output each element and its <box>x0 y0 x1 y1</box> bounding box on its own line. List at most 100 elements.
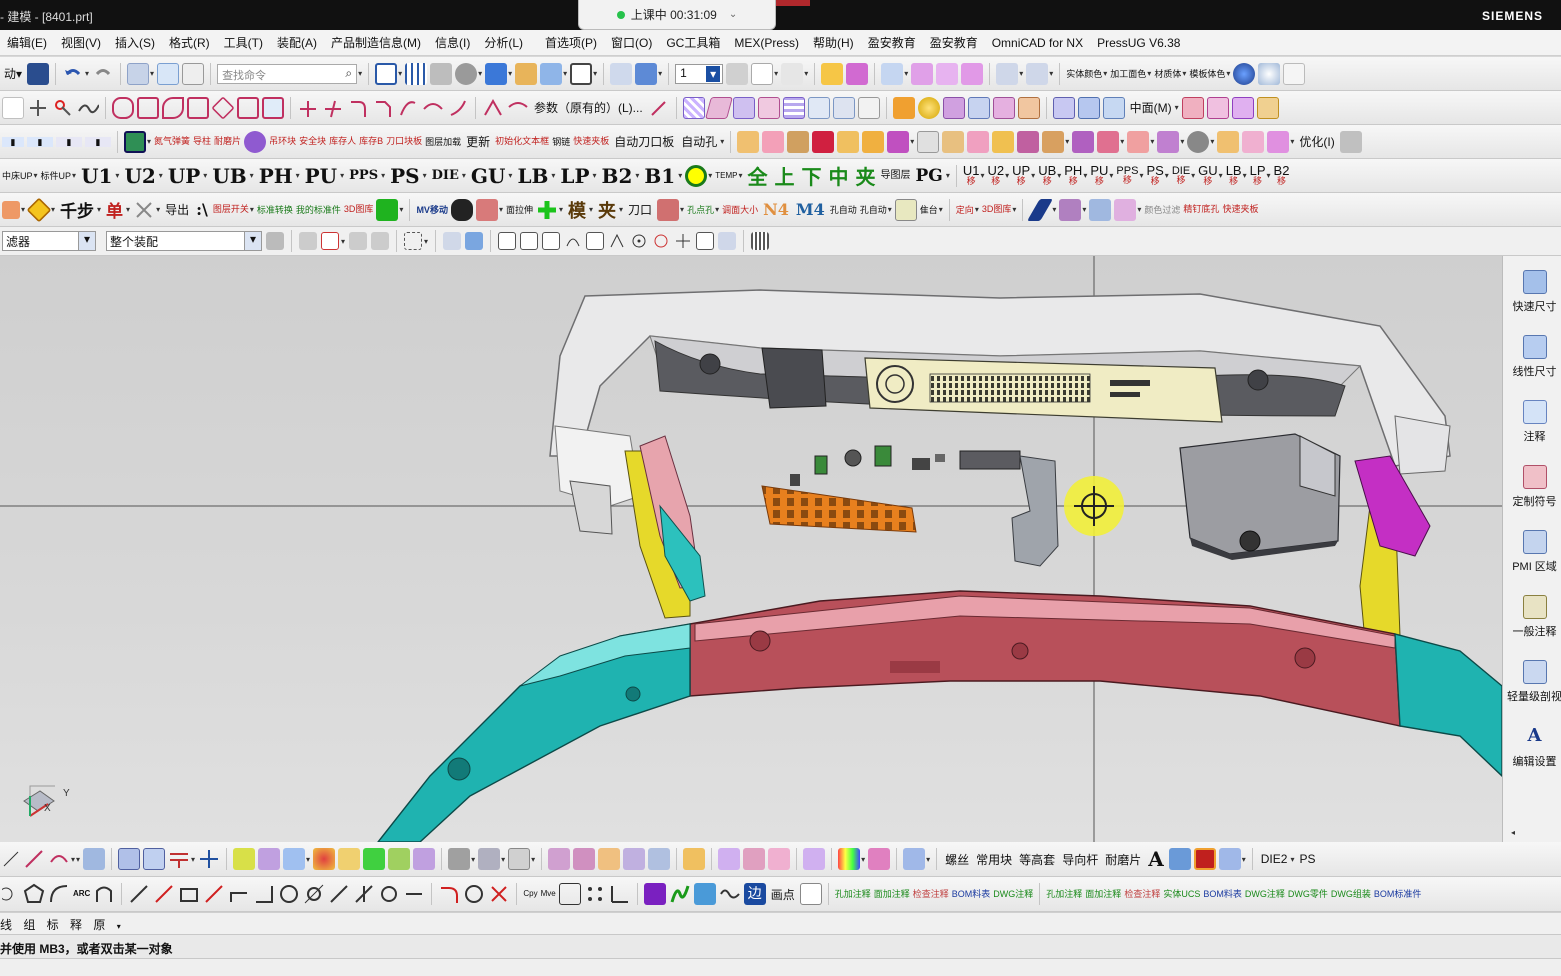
sketch-wave-icon[interactable] <box>719 883 741 905</box>
sew-icon[interactable] <box>992 96 1015 119</box>
sketch-fillet-icon[interactable] <box>438 883 460 905</box>
die-tool-2-button[interactable]: ▮ <box>27 136 53 147</box>
draft-line-icon[interactable] <box>23 848 45 870</box>
mv-move-button[interactable]: MV移动 <box>416 205 448 215</box>
offset-face-icon[interactable] <box>1017 96 1040 119</box>
assembly-tool-7-icon[interactable] <box>887 130 910 153</box>
draft-tool-23-icon[interactable] <box>903 848 926 870</box>
datum-plane-icon[interactable] <box>2 96 24 119</box>
green-plus-icon[interactable] <box>536 199 558 221</box>
panel-edit-settings[interactable]: A 编辑设置 <box>1507 725 1561 769</box>
draft-tool-12-icon[interactable] <box>548 848 571 870</box>
guide-post-button[interactable]: 导柱 <box>193 137 211 146</box>
layer-settings-icon[interactable] <box>726 62 749 85</box>
menu-insert[interactable]: 插入(S) <box>108 34 162 51</box>
layer-lb-button[interactable]: LB <box>515 164 550 188</box>
move-ub-button[interactable]: UB 移 <box>1038 164 1056 186</box>
hole-note-button[interactable]: 孔加注释 <box>835 889 871 899</box>
base-view-icon[interactable] <box>118 848 141 870</box>
sketch-icon[interactable] <box>751 62 774 85</box>
layer-middle-button[interactable]: 中 <box>827 161 851 190</box>
select-feature-filter-icon[interactable] <box>321 232 339 250</box>
sketch-corner-icon[interactable] <box>228 883 250 905</box>
cutter-button[interactable]: 刀口 <box>626 201 654 218</box>
update-button[interactable]: 更新 <box>464 133 492 150</box>
draft-tool-7-icon[interactable] <box>388 848 411 870</box>
machining-color-button[interactable]: 加工面色 <box>1110 69 1146 79</box>
dwg-part-button[interactable]: DWG零件 <box>1288 889 1328 899</box>
assembly-tool-1-icon[interactable] <box>737 130 760 153</box>
assembly-tool-13-icon[interactable] <box>1042 130 1065 153</box>
bounded-plane-icon[interactable] <box>832 96 855 119</box>
layer-all-button[interactable]: 全 <box>746 161 770 190</box>
color-filter-button[interactable]: 颜色过滤 <box>1144 205 1180 215</box>
hole-point-button[interactable]: 孔点孔 <box>687 205 714 215</box>
n4-button[interactable]: N4 <box>761 200 791 219</box>
extrude-feature-icon[interactable] <box>892 96 915 119</box>
auto-hole-button[interactable]: 自动孔 <box>679 133 719 150</box>
assembly-tool-12-icon[interactable] <box>1017 130 1040 153</box>
curve-length-icon[interactable] <box>447 97 469 119</box>
arc-button[interactable]: ARC <box>73 889 90 899</box>
orange-rack-part[interactable] <box>761 485 917 533</box>
layer-pu-button[interactable]: PU <box>303 164 339 188</box>
snap-wave-icon[interactable] <box>586 232 605 250</box>
scissors-icon[interactable] <box>133 199 155 221</box>
ring-icon[interactable] <box>685 164 708 187</box>
solid-ucs-button[interactable]: 实体UCS <box>1163 889 1200 899</box>
intersect-curve-icon[interactable] <box>211 95 235 120</box>
folder-icon[interactable] <box>515 62 538 85</box>
layer-u2-button[interactable]: U2 <box>122 164 157 188</box>
layer-u1-button[interactable]: U1 <box>79 164 114 188</box>
blend-icon[interactable] <box>482 97 504 119</box>
steel-bracket-part[interactable] <box>1011 455 1059 567</box>
bom-button[interactable]: BOM料表 <box>952 889 991 899</box>
face-note-button[interactable]: 面加注释 <box>874 889 910 899</box>
assembly-tool-17-icon[interactable] <box>1157 130 1180 153</box>
draft-tool-22-icon[interactable] <box>868 848 891 870</box>
teal-rail-right[interactable] <box>1394 633 1502 777</box>
snap-intersection-icon[interactable] <box>608 232 626 250</box>
point-icon[interactable] <box>881 62 904 85</box>
layer-ph-button[interactable]: PH <box>257 164 295 188</box>
purple-square-icon[interactable] <box>643 883 666 905</box>
search-icon[interactable]: ⌕ <box>345 66 352 81</box>
material-body-button[interactable]: 材质体 <box>1154 69 1181 79</box>
join-curve-icon[interactable] <box>187 96 209 119</box>
panel-collapse-icon[interactable]: ◂ <box>1511 828 1515 837</box>
select-body-icon[interactable] <box>443 232 462 250</box>
sketch-move-icon[interactable]: Mve <box>541 889 556 899</box>
std-convert-button[interactable]: 标准转换 <box>257 205 293 215</box>
layer-b2-button[interactable]: B2 <box>600 164 635 188</box>
die-tool-3-button[interactable]: ▮ <box>56 136 82 147</box>
undo-icon[interactable] <box>62 63 84 85</box>
auto-tool-board-button[interactable]: 自动刀口板 <box>612 133 676 150</box>
draft-tool-15-icon[interactable] <box>623 848 646 870</box>
assembly-tool-6-icon[interactable] <box>862 130 885 153</box>
draft-tool-21-icon[interactable] <box>803 848 826 870</box>
menu-yingan-1[interactable]: 盈安教育 <box>861 34 923 51</box>
layer-pps-button[interactable]: PPS <box>347 168 380 183</box>
layer-lp-button[interactable]: LP <box>558 164 591 188</box>
quick-clamp-button[interactable]: 快速夹板 <box>573 137 609 146</box>
snap-curve-icon[interactable] <box>564 232 582 250</box>
temp-layer-button[interactable]: TEMP <box>715 171 737 181</box>
menu-view[interactable]: 视图(V) <box>54 34 108 51</box>
move-lp-button[interactable]: LP 移 <box>1250 164 1266 186</box>
die-tool-4-button[interactable]: ▮ <box>85 136 111 147</box>
move-u1-button[interactable]: U1 移 <box>963 164 980 186</box>
draft-tool-13-icon[interactable] <box>573 848 596 870</box>
section-curve-icon[interactable] <box>237 96 259 119</box>
snap-on-curve-icon[interactable] <box>696 232 715 250</box>
select-feature-icon[interactable] <box>911 62 934 85</box>
command-search-input[interactable]: 查找命令 ⌕ <box>217 63 358 84</box>
work-layer-select[interactable]: 1 <box>675 63 724 84</box>
teal-rail-left[interactable] <box>377 623 691 842</box>
move-ph-button[interactable]: PH 移 <box>1064 164 1082 186</box>
stock-b-button[interactable]: 库存B <box>359 137 383 146</box>
move-wcs-icon[interactable] <box>635 62 658 85</box>
select-solid-icon[interactable] <box>371 232 390 250</box>
layer-toggle-button[interactable]: 图层开关 <box>213 205 249 214</box>
panel-general-note[interactable]: 一般注释 <box>1507 595 1561 639</box>
draft-tool-4-icon[interactable] <box>313 848 336 870</box>
